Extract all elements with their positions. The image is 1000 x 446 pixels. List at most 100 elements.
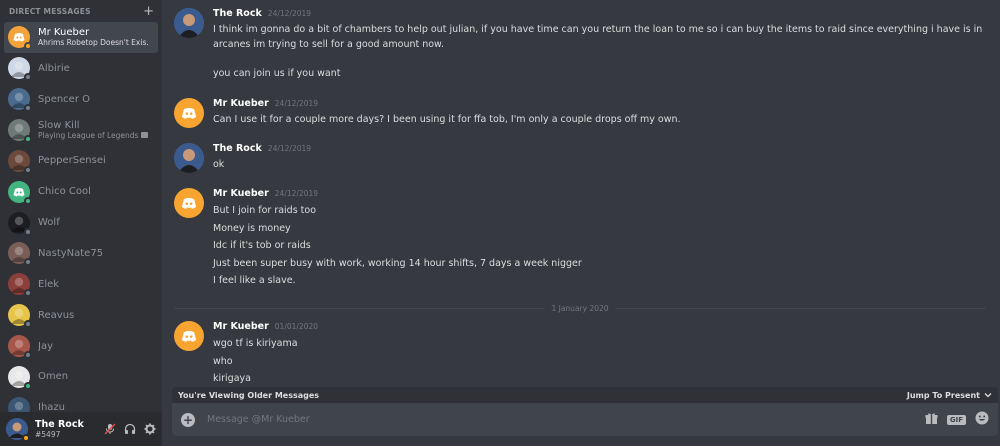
message-content: kirigaya	[213, 373, 251, 384]
chevron-down-icon	[984, 393, 992, 398]
user-avatar[interactable]	[6, 418, 30, 442]
dm-name: Jay	[38, 340, 53, 352]
message-avatar[interactable]	[174, 143, 204, 173]
user-name: The Rock	[35, 419, 84, 430]
dm-name: Wolf	[38, 217, 60, 229]
message-avatar[interactable]	[174, 321, 204, 351]
dm-item[interactable]: Omen	[4, 362, 158, 393]
message-group: Mr Kueber 24/12/2019 But I join for raids …	[174, 188, 990, 290]
dm-name: Omen	[38, 371, 69, 383]
dm-item[interactable]: PepperSensei	[4, 146, 158, 177]
dm-item[interactable]: Reavus	[4, 300, 158, 331]
dm-item[interactable]: Elek	[4, 269, 158, 300]
message-author[interactable]: The Rock	[213, 143, 262, 154]
dm-item[interactable]: Spencer O	[4, 84, 158, 115]
message-timestamp: 24/12/2019	[267, 144, 312, 153]
dm-item[interactable]: Jay	[4, 331, 158, 362]
dm-avatar	[8, 211, 32, 236]
message-content: wgo tf is kiriyama	[213, 338, 298, 349]
dm-avatar	[8, 149, 32, 174]
message-group: The Rock 24/12/2019 ok	[174, 143, 990, 173]
older-messages-bar: You're Viewing Older Messages Jump To Pr…	[172, 387, 998, 403]
status-indicator	[24, 351, 32, 360]
message-timestamp: 24/12/2019	[274, 99, 319, 108]
message-group: Mr Kueber 01/01/2020 wgo tf is kiriyama who…	[174, 321, 990, 388]
message-timestamp: 01/01/2020	[274, 322, 319, 331]
dm-avatar	[8, 180, 32, 205]
dm-avatar	[8, 396, 30, 412]
message-composer: + GIF	[172, 403, 998, 436]
message-group: Mr Kueber 24/12/2019 Can I use it for a co…	[174, 98, 990, 128]
message-input[interactable]	[207, 414, 925, 425]
message-avatar[interactable]	[174, 188, 204, 218]
discord-logo-icon	[13, 33, 25, 42]
dm-name: Slow Kill	[38, 119, 80, 131]
message-author[interactable]: The Rock	[213, 8, 262, 19]
status-indicator	[24, 196, 32, 205]
message-timestamp: 24/12/2019	[274, 189, 319, 198]
message-avatar[interactable]	[174, 98, 204, 128]
discord-logo-icon	[181, 197, 197, 209]
user-panel: The Rock #5497	[0, 412, 162, 446]
dm-name: Albirie	[38, 62, 70, 74]
dm-item[interactable]: Ihazu	[4, 393, 158, 412]
headphones-icon[interactable]	[123, 423, 136, 436]
date-divider: 1 January 2020	[174, 302, 986, 314]
dm-name: Reavus	[38, 309, 75, 321]
dm-activity-text: Playing League of Legends	[38, 130, 139, 140]
dm-avatar	[8, 365, 32, 390]
discord-logo-icon	[13, 187, 25, 197]
dm-item[interactable]: Chico Cool	[4, 176, 158, 207]
dm-activity: Playing League of Legends	[38, 131, 148, 140]
dm-name: NastyNate75	[38, 247, 104, 259]
message-avatar[interactable]	[174, 8, 204, 38]
message-content: who	[213, 355, 233, 367]
dm-item[interactable]: Wolf	[4, 207, 158, 238]
gift-icon[interactable]	[925, 410, 938, 429]
mute-microphone-icon[interactable]	[103, 423, 116, 436]
rich-presence-icon	[141, 132, 148, 139]
message-content: ok	[213, 159, 225, 170]
settings-gear-icon[interactable]	[143, 423, 156, 436]
chat-area: The Rock 24/12/2019 I think im gonna do a …	[162, 0, 1000, 446]
status-indicator	[24, 165, 32, 174]
date-divider-text: 1 January 2020	[551, 303, 609, 313]
dm-name: PepperSensei	[38, 155, 106, 167]
message-author[interactable]: Mr Kueber	[213, 321, 269, 332]
message-content: Money is money	[213, 222, 291, 234]
older-messages-text: You're Viewing Older Messages	[178, 390, 320, 400]
discord-logo-icon	[181, 107, 197, 119]
status-indicator	[24, 320, 32, 329]
dm-item[interactable]: Albirie	[4, 53, 158, 84]
message-content: you can join us if you want	[213, 68, 341, 79]
message-author[interactable]: Mr Kueber	[213, 98, 269, 109]
status-indicator	[24, 42, 32, 51]
upload-plus-icon[interactable]: +	[181, 412, 195, 427]
dm-item[interactable]: Slow Kill Playing League of Legends	[4, 115, 158, 146]
dm-item[interactable]: Mr Kueber Ahrims Robetop Doesn't Exis...	[4, 22, 158, 53]
dm-name: Ihazu	[38, 402, 66, 412]
message-content: Can I use it for a couple more days? I b…	[213, 114, 681, 125]
status-indicator	[24, 381, 32, 390]
dm-avatar	[8, 304, 32, 329]
dm-avatar	[8, 57, 32, 82]
user-tag: #5497	[35, 430, 61, 439]
message-list: The Rock 24/12/2019 I think im gonna do a …	[162, 0, 1000, 390]
dm-item[interactable]: NastyNate75	[4, 238, 158, 269]
message-author[interactable]: Mr Kueber	[213, 188, 269, 199]
dm-avatar	[8, 88, 32, 113]
dm-name: Chico Cool	[38, 186, 91, 198]
dm-avatar	[8, 118, 32, 143]
dm-name: Elek	[38, 278, 60, 290]
jump-to-present-label: Jump To Present	[906, 390, 980, 400]
gif-button[interactable]: GIF	[946, 414, 966, 425]
create-dm-icon[interactable]: +	[143, 5, 154, 18]
dm-name: Mr Kueber	[38, 27, 90, 39]
dm-name: Spencer O	[38, 93, 90, 105]
message-content: I feel like a slave.	[213, 275, 296, 286]
message-timestamp: 24/12/2019	[267, 9, 312, 18]
dm-header: DIRECT MESSAGES +	[0, 0, 162, 22]
jump-to-present-button[interactable]: Jump To Present	[907, 391, 992, 400]
user-status-indicator	[22, 434, 30, 442]
emoji-icon[interactable]	[975, 410, 989, 429]
